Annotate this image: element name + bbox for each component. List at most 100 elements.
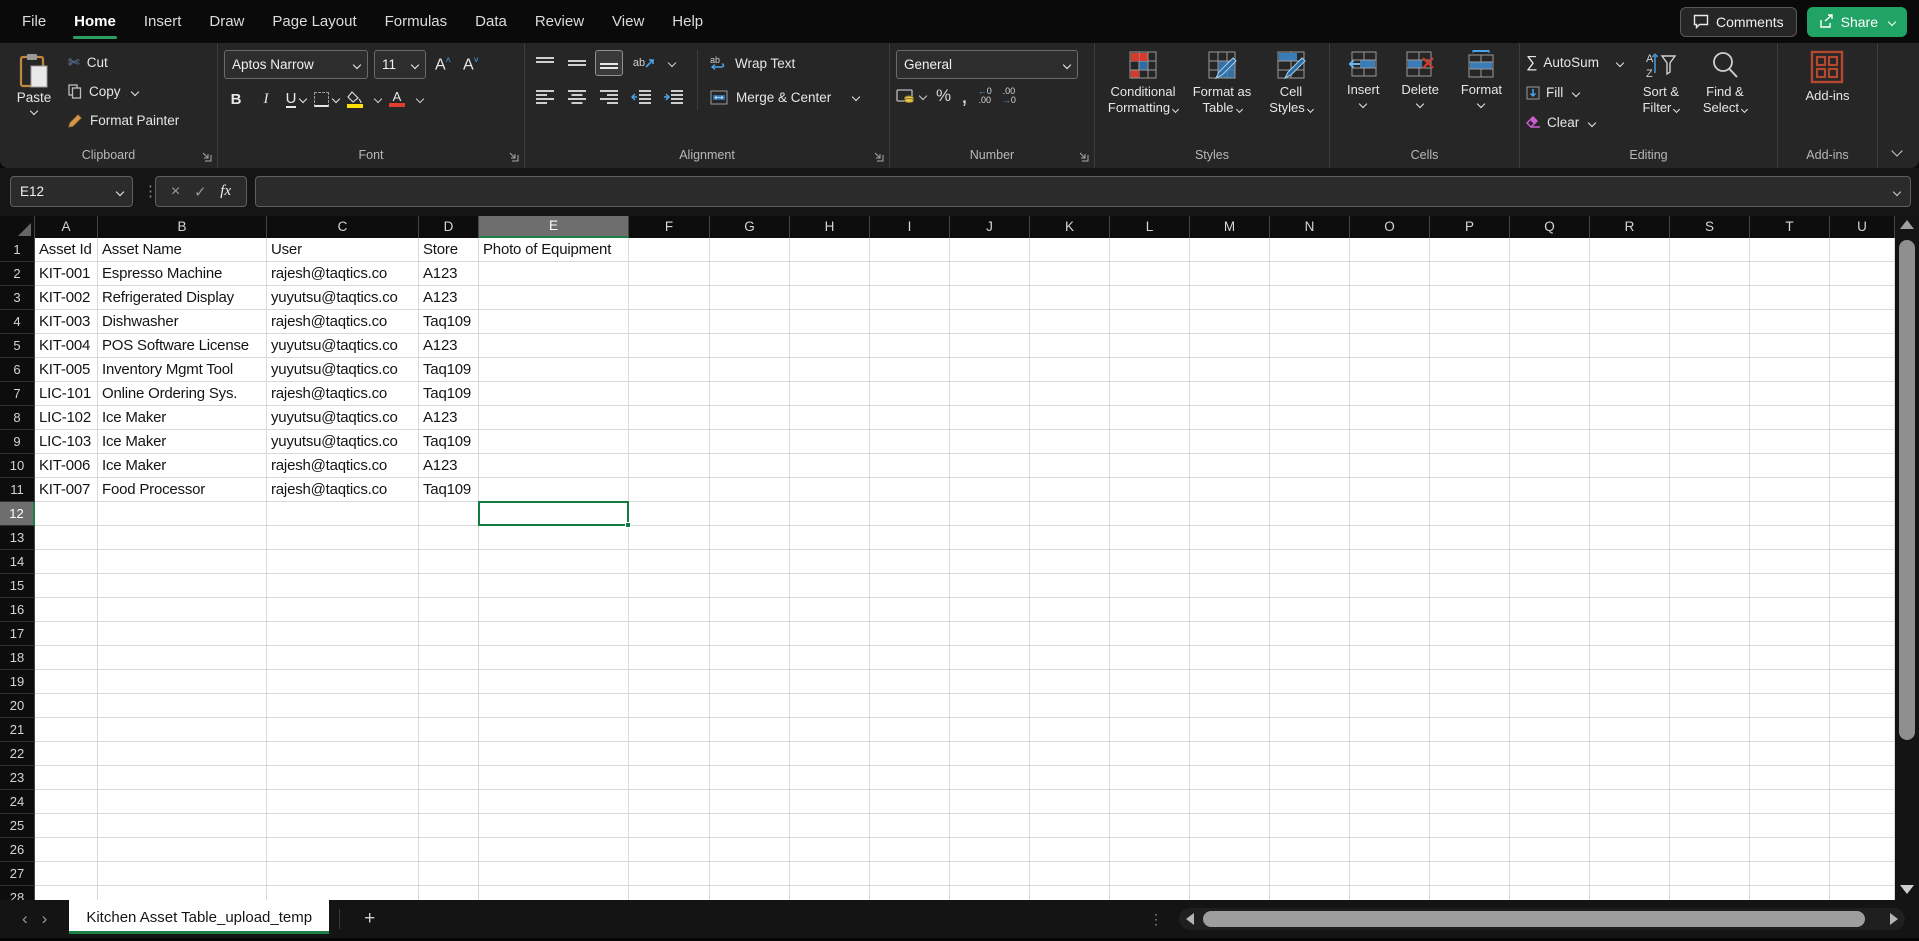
cell-R15[interactable] bbox=[1590, 574, 1670, 598]
cell-M2[interactable] bbox=[1190, 262, 1270, 286]
cell-C19[interactable] bbox=[267, 670, 419, 694]
cell-L19[interactable] bbox=[1110, 670, 1190, 694]
cell-E22[interactable] bbox=[479, 742, 629, 766]
cell-Q25[interactable] bbox=[1510, 814, 1590, 838]
cell-N3[interactable] bbox=[1270, 286, 1350, 310]
cell-P21[interactable] bbox=[1430, 718, 1510, 742]
cell-U11[interactable] bbox=[1830, 478, 1895, 502]
cell-C5[interactable]: yuyutsu@taqtics.co bbox=[267, 334, 419, 358]
cell-G15[interactable] bbox=[710, 574, 790, 598]
col-header-B[interactable]: B bbox=[98, 216, 267, 238]
cell-M14[interactable] bbox=[1190, 550, 1270, 574]
cell-M15[interactable] bbox=[1190, 574, 1270, 598]
cell-L6[interactable] bbox=[1110, 358, 1190, 382]
cell-H16[interactable] bbox=[790, 598, 870, 622]
row-header-16[interactable]: 16 bbox=[0, 598, 35, 622]
cell-S6[interactable] bbox=[1670, 358, 1750, 382]
cell-K12[interactable] bbox=[1030, 502, 1110, 526]
cell-G11[interactable] bbox=[710, 478, 790, 502]
cell-K16[interactable] bbox=[1030, 598, 1110, 622]
cell-A9[interactable]: LIC-103 bbox=[35, 430, 98, 454]
cell-I23[interactable] bbox=[870, 766, 950, 790]
cell-B15[interactable] bbox=[98, 574, 267, 598]
font-color-button[interactable]: A bbox=[387, 86, 407, 112]
vertical-scrollbar-thumb[interactable] bbox=[1899, 240, 1915, 740]
cell-G8[interactable] bbox=[710, 406, 790, 430]
cell-Q24[interactable] bbox=[1510, 790, 1590, 814]
cell-Q18[interactable] bbox=[1510, 646, 1590, 670]
cell-T22[interactable] bbox=[1750, 742, 1830, 766]
cell-N5[interactable] bbox=[1270, 334, 1350, 358]
fill-color-button[interactable] bbox=[345, 86, 365, 112]
cell-J25[interactable] bbox=[950, 814, 1030, 838]
cell-T26[interactable] bbox=[1750, 838, 1830, 862]
row-header-13[interactable]: 13 bbox=[0, 526, 35, 550]
cell-K25[interactable] bbox=[1030, 814, 1110, 838]
cell-N20[interactable] bbox=[1270, 694, 1350, 718]
cell-L26[interactable] bbox=[1110, 838, 1190, 862]
cell-R26[interactable] bbox=[1590, 838, 1670, 862]
cell-J1[interactable] bbox=[950, 238, 1030, 262]
cell-E8[interactable] bbox=[479, 406, 629, 430]
cell-F28[interactable] bbox=[629, 886, 710, 900]
cell-F4[interactable] bbox=[629, 310, 710, 334]
cell-R17[interactable] bbox=[1590, 622, 1670, 646]
bold-button[interactable]: B bbox=[224, 86, 248, 112]
cell-U13[interactable] bbox=[1830, 526, 1895, 550]
cell-B21[interactable] bbox=[98, 718, 267, 742]
cell-E13[interactable] bbox=[479, 526, 629, 550]
cell-J20[interactable] bbox=[950, 694, 1030, 718]
cell-M13[interactable] bbox=[1190, 526, 1270, 550]
cell-P22[interactable] bbox=[1430, 742, 1510, 766]
cell-E21[interactable] bbox=[479, 718, 629, 742]
cell-T25[interactable] bbox=[1750, 814, 1830, 838]
cell-J22[interactable] bbox=[950, 742, 1030, 766]
cell-U15[interactable] bbox=[1830, 574, 1895, 598]
cell-B2[interactable]: Espresso Machine bbox=[98, 262, 267, 286]
cell-A5[interactable]: KIT-004 bbox=[35, 334, 98, 358]
cell-M24[interactable] bbox=[1190, 790, 1270, 814]
cell-U5[interactable] bbox=[1830, 334, 1895, 358]
cell-J9[interactable] bbox=[950, 430, 1030, 454]
cell-M8[interactable] bbox=[1190, 406, 1270, 430]
cell-R24[interactable] bbox=[1590, 790, 1670, 814]
cell-P10[interactable] bbox=[1430, 454, 1510, 478]
cell-H21[interactable] bbox=[790, 718, 870, 742]
cell-T24[interactable] bbox=[1750, 790, 1830, 814]
row-header-5[interactable]: 5 bbox=[0, 334, 35, 358]
menu-draw[interactable]: Draw bbox=[195, 0, 258, 43]
cell-B9[interactable]: Ice Maker bbox=[98, 430, 267, 454]
cell-H26[interactable] bbox=[790, 838, 870, 862]
cell-P14[interactable] bbox=[1430, 550, 1510, 574]
cell-J23[interactable] bbox=[950, 766, 1030, 790]
cell-E11[interactable] bbox=[479, 478, 629, 502]
cell-K27[interactable] bbox=[1030, 862, 1110, 886]
cell-H25[interactable] bbox=[790, 814, 870, 838]
cell-M12[interactable] bbox=[1190, 502, 1270, 526]
cell-G5[interactable] bbox=[710, 334, 790, 358]
cell-K7[interactable] bbox=[1030, 382, 1110, 406]
cell-T15[interactable] bbox=[1750, 574, 1830, 598]
cell-I16[interactable] bbox=[870, 598, 950, 622]
cell-C7[interactable]: rajesh@taqtics.co bbox=[267, 382, 419, 406]
row-header-18[interactable]: 18 bbox=[0, 646, 35, 670]
cell-N24[interactable] bbox=[1270, 790, 1350, 814]
cell-U23[interactable] bbox=[1830, 766, 1895, 790]
cell-M22[interactable] bbox=[1190, 742, 1270, 766]
cell-S23[interactable] bbox=[1670, 766, 1750, 790]
name-box[interactable]: E12 bbox=[10, 176, 133, 207]
cell-E2[interactable] bbox=[479, 262, 629, 286]
paste-button[interactable]: Paste bbox=[6, 50, 62, 114]
cell-M9[interactable] bbox=[1190, 430, 1270, 454]
cell-D9[interactable]: Taq109 bbox=[419, 430, 479, 454]
cell-N13[interactable] bbox=[1270, 526, 1350, 550]
cell-O2[interactable] bbox=[1350, 262, 1430, 286]
cell-N2[interactable] bbox=[1270, 262, 1350, 286]
cell-F18[interactable] bbox=[629, 646, 710, 670]
col-header-F[interactable]: F bbox=[629, 216, 710, 238]
col-header-A[interactable]: A bbox=[35, 216, 98, 238]
cell-I14[interactable] bbox=[870, 550, 950, 574]
cell-N11[interactable] bbox=[1270, 478, 1350, 502]
cell-S14[interactable] bbox=[1670, 550, 1750, 574]
cell-N27[interactable] bbox=[1270, 862, 1350, 886]
